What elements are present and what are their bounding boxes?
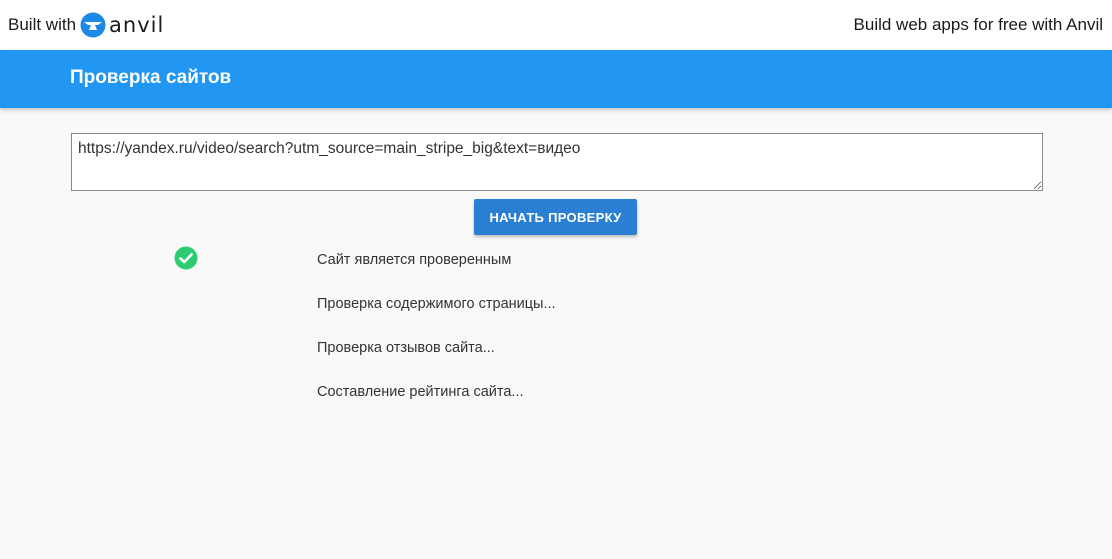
anvil-logo-icon — [80, 12, 106, 38]
top-bar: Built with anvil Build web apps for free… — [0, 0, 1112, 50]
built-with-anvil[interactable]: Built with anvil — [8, 0, 164, 50]
status-content-check: Проверка содержимого страницы... — [317, 296, 556, 312]
status-verified: Сайт является проверенным — [317, 252, 512, 268]
url-input[interactable]: https://yandex.ru/video/search?utm_sourc… — [71, 133, 1043, 191]
check-circle-icon — [174, 246, 198, 270]
app-header: Проверка сайтов — [0, 50, 1112, 108]
status-reviews-check: Проверка отзывов сайта... — [317, 340, 495, 356]
status-rating: Составление рейтинга сайта... — [317, 384, 524, 400]
anvil-wordmark: anvil — [109, 13, 165, 37]
built-with-label: Built with — [8, 15, 77, 34]
page-title: Проверка сайтов — [70, 67, 232, 88]
build-free-link[interactable]: Build web apps for free with Anvil — [854, 0, 1103, 50]
anvil-logo: anvil — [80, 12, 164, 38]
start-check-button[interactable]: НАЧАТЬ ПРОВЕРКУ — [474, 199, 637, 235]
